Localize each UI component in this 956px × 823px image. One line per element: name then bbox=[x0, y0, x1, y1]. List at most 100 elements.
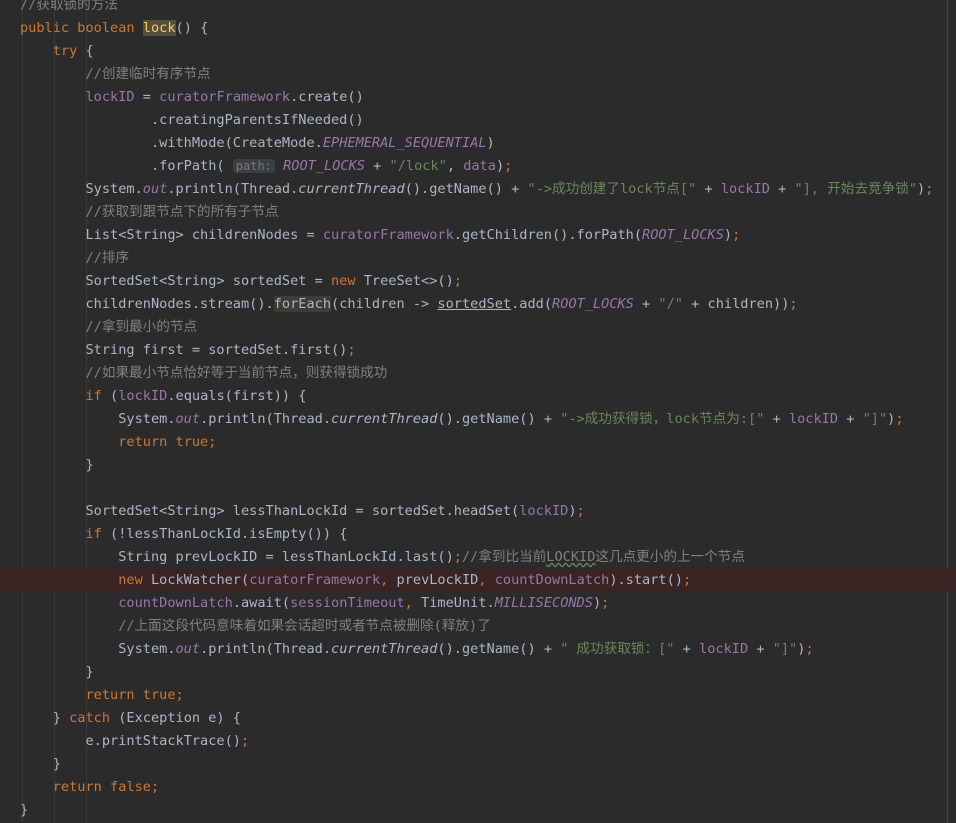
code-token: "]" bbox=[862, 411, 888, 427]
code-token: ; bbox=[732, 227, 741, 243]
code-token: ().getName() + bbox=[437, 641, 561, 657]
code-token: "->成功获得锁，lock节点为:[" bbox=[560, 411, 765, 427]
code-token: ().getName() + bbox=[437, 411, 561, 427]
code-line[interactable]: .withMode(CreateMode.EPHEMERAL_SEQUENTIA… bbox=[0, 132, 956, 155]
code-line[interactable]: return false; bbox=[0, 776, 956, 799]
code-token: .create() bbox=[290, 89, 364, 105]
code-line[interactable]: return true; bbox=[0, 431, 956, 454]
code-line[interactable]: String prevLockID = lessThanLockId.last(… bbox=[0, 546, 956, 569]
code-line[interactable]: try { bbox=[0, 40, 956, 63]
code-token: ROOT_LOCKS bbox=[552, 296, 634, 312]
code-token: ; bbox=[175, 687, 184, 703]
code-token: } bbox=[20, 756, 61, 772]
code-token: EPHEMERAL_SEQUENTIAL bbox=[322, 135, 487, 151]
code-token: , bbox=[446, 158, 464, 174]
code-token: .withMode(CreateMode. bbox=[20, 135, 323, 151]
code-line[interactable]: if (!lessThanLockId.isEmpty()) { bbox=[0, 523, 956, 546]
code-token: ; bbox=[240, 733, 250, 749]
code-token: , bbox=[404, 595, 422, 611]
code-line[interactable]: String first = sortedSet.first(); bbox=[0, 339, 956, 362]
code-line[interactable]: } bbox=[0, 799, 956, 822]
code-line[interactable]: //如果最小节点恰好等于当前节点，则获得锁成功 bbox=[0, 362, 956, 385]
code-line[interactable]: lockID = curatorFramework.create() bbox=[0, 86, 956, 109]
code-token: lockID bbox=[788, 411, 839, 427]
code-line[interactable]: System.out.println(Thread.currentThread(… bbox=[0, 638, 956, 661]
code-token: "]" bbox=[772, 641, 798, 657]
code-token: prevLockID bbox=[396, 572, 479, 588]
code-token: //上面这段代码意味着如果会话超时或者节点被删除(释放)了 bbox=[118, 618, 491, 634]
code-line[interactable]: } catch (Exception e) { bbox=[0, 707, 956, 730]
code-token: curatorFramework bbox=[322, 227, 454, 243]
code-line[interactable]: new LockWatcher(curatorFramework, prevLo… bbox=[0, 569, 956, 592]
code-token: System. bbox=[20, 181, 143, 197]
code-editor[interactable]: //获取锁的方法 public boolean lock() { try { //… bbox=[0, 0, 956, 823]
code-token: .println(Thread. bbox=[167, 181, 299, 197]
code-token: //获取到跟节点下的所有子节点 bbox=[85, 204, 279, 220]
code-token: , bbox=[478, 572, 495, 588]
code-line[interactable]: //上面这段代码意味着如果会话超时或者节点被删除(释放)了 bbox=[0, 615, 956, 638]
code-token: "/" bbox=[658, 296, 683, 312]
code-token: .println(Thread. bbox=[200, 411, 332, 427]
parameter-hint: path: bbox=[232, 159, 275, 173]
code-token: ; bbox=[789, 296, 798, 312]
code-line[interactable]: } bbox=[0, 753, 956, 776]
code-line[interactable]: .creatingParentsIfNeeded() bbox=[0, 109, 956, 132]
code-token: if bbox=[85, 388, 111, 404]
code-token: ().getName() + bbox=[404, 181, 528, 197]
code-token: lockID bbox=[118, 388, 168, 404]
code-line[interactable]: childrenNodes.stream().forEach(children … bbox=[0, 293, 956, 316]
code-token: } bbox=[20, 664, 94, 680]
code-line[interactable]: //排序 bbox=[0, 247, 956, 270]
code-token: .add( bbox=[511, 296, 553, 312]
code-token: curatorFramework bbox=[159, 89, 291, 105]
code-token: ) bbox=[568, 503, 577, 519]
code-token: LOCKID bbox=[546, 549, 596, 565]
code-line[interactable]: SortedSet<String> lessThanLockId = sorte… bbox=[0, 500, 956, 523]
code-line[interactable]: if (lockID.equals(first)) { bbox=[0, 385, 956, 408]
code-token: MILLISECONDS bbox=[494, 595, 593, 611]
code-token: //如果最小节点恰好等于当前节点，则获得锁成功 bbox=[85, 365, 388, 381]
code-line[interactable]: //获取到跟节点下的所有子节点 bbox=[0, 201, 956, 224]
code-line[interactable]: countDownLatch.await(sessionTimeout, Tim… bbox=[0, 592, 956, 615]
code-token: ROOT_LOCKS bbox=[283, 158, 365, 174]
code-line[interactable]: e.printStackTrace(); bbox=[0, 730, 956, 753]
code-token: + bbox=[633, 296, 659, 312]
code-line[interactable]: .forPath( path: ROOT_LOCKS + "/lock", da… bbox=[0, 155, 956, 178]
code-token: " 成功获取锁：[" bbox=[560, 641, 675, 657]
code-line[interactable]: } bbox=[0, 661, 956, 684]
code-line[interactable]: SortedSet<String> sortedSet = new TreeSe… bbox=[0, 270, 956, 293]
code-token: //拿到比当前 bbox=[461, 549, 547, 565]
code-token: TimeUnit. bbox=[421, 595, 495, 611]
code-token: return true bbox=[118, 434, 209, 450]
code-token: + bbox=[748, 641, 773, 657]
code-token: new bbox=[331, 273, 364, 289]
code-line[interactable]: //获取锁的方法 bbox=[0, 0, 956, 17]
code-token: lockID bbox=[699, 641, 749, 657]
code-line[interactable]: //拿到最小的节点 bbox=[0, 316, 956, 339]
code-token: lockID bbox=[720, 181, 770, 197]
code-token: sortedSet bbox=[437, 296, 512, 312]
code-token: public bbox=[20, 20, 78, 36]
code-line[interactable]: //创建临时有序节点 bbox=[0, 63, 956, 86]
code-token: 这几点更小的上一个节点 bbox=[595, 549, 745, 565]
code-token: catch bbox=[69, 710, 119, 726]
code-token: childrenNodes.stream(). bbox=[20, 296, 274, 312]
code-token: (!lessThanLockId.isEmpty()) { bbox=[110, 526, 348, 542]
code-line[interactable]: List<String> childrenNodes = curatorFram… bbox=[0, 224, 956, 247]
code-token: ).start() bbox=[609, 572, 683, 588]
code-line[interactable] bbox=[0, 477, 956, 500]
code-token: (Exception e) { bbox=[118, 710, 241, 726]
code-line[interactable]: System.out.println(Thread.currentThread(… bbox=[0, 408, 956, 431]
code-token: + bbox=[769, 181, 795, 197]
code-token: currentThread bbox=[331, 411, 438, 427]
code-token: data bbox=[463, 158, 496, 174]
code-token: } bbox=[20, 802, 29, 818]
code-token: return false bbox=[52, 779, 151, 795]
code-line[interactable]: } bbox=[0, 454, 956, 477]
code-line[interactable]: public boolean lock() { bbox=[0, 17, 956, 40]
code-line[interactable]: System.out.println(Thread.currentThread(… bbox=[0, 178, 956, 201]
code-line[interactable]: return true; bbox=[0, 684, 956, 707]
